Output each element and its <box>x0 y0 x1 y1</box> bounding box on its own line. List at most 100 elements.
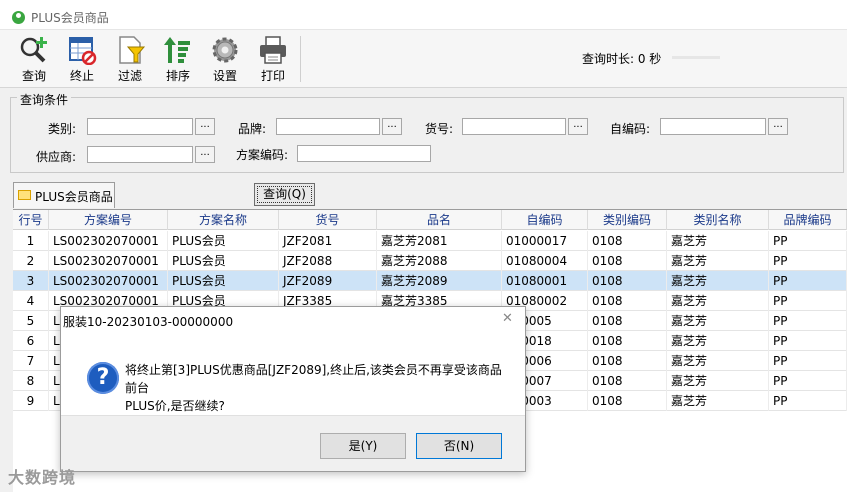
printer-icon <box>260 36 286 64</box>
column-header[interactable]: 品牌编码 <box>769 210 847 230</box>
column-header[interactable]: 品名 <box>377 210 502 230</box>
column-header[interactable]: 行号 <box>13 210 49 230</box>
table-cell: 1 <box>13 231 49 251</box>
table-cell: JZF2088 <box>279 251 377 271</box>
table-cell: 嘉芝芳 <box>667 251 769 271</box>
column-header[interactable]: 自编码 <box>502 210 588 230</box>
filter-icon <box>119 36 146 64</box>
column-header[interactable]: 类别名称 <box>667 210 769 230</box>
column-header[interactable]: 类别编码 <box>588 210 667 230</box>
yes-button[interactable]: 是(Y) <box>320 433 406 459</box>
sku-label: 货号: <box>425 122 454 136</box>
table-cell: 01000017 <box>502 231 588 251</box>
sku-input[interactable] <box>462 118 566 135</box>
sort-icon <box>164 37 190 63</box>
table-cell: 0108 <box>588 311 667 331</box>
table-cell: 嘉芝芳 <box>667 331 769 351</box>
table-cell: PP <box>769 311 847 331</box>
table-cell: 01080001 <box>502 271 588 291</box>
table-cell: 嘉芝芳2088 <box>377 251 502 271</box>
tab-label: PLUS会员商品 <box>35 190 113 204</box>
table-cell: 嘉芝芳 <box>667 291 769 311</box>
title-bar: PLUS会员商品 <box>0 0 847 30</box>
table-cell: 嘉芝芳 <box>667 231 769 251</box>
query-toolbar-button[interactable]: 查询 <box>12 33 56 87</box>
no-button[interactable]: 否(N) <box>416 433 502 459</box>
table-cell: 嘉芝芳 <box>667 371 769 391</box>
table-cell: 嘉芝芳 <box>667 391 769 411</box>
column-header[interactable]: 货号 <box>279 210 377 230</box>
table-stop-icon <box>69 37 97 65</box>
print-toolbar-button[interactable]: 打印 <box>251 33 295 87</box>
table-cell: 0108 <box>588 391 667 411</box>
tab-plus-member-goods[interactable]: PLUS会员商品 <box>13 182 115 208</box>
dialog-title: 服装10-20230103-00000000 <box>63 315 234 329</box>
selfcode-browse-button[interactable]: ... <box>768 118 788 135</box>
brand-label: 品牌: <box>238 122 267 136</box>
table-row[interactable]: 1 LS002302070001 PLUS会员 JZF2081 嘉芝芳2081 01000… <box>13 231 847 251</box>
category-browse-button[interactable]: ... <box>195 118 215 135</box>
table-cell: 嘉芝芳2089 <box>377 271 502 291</box>
plan-code-label: 方案编码: <box>236 148 289 162</box>
table-cell: 嘉芝芳 <box>667 311 769 331</box>
table-cell: 0108 <box>588 251 667 271</box>
table-cell: JZF2089 <box>279 271 377 291</box>
table-cell: PP <box>769 371 847 391</box>
selfcode-input[interactable] <box>660 118 766 135</box>
settings-toolbar-label: 设置 <box>212 69 237 83</box>
stop-toolbar-button[interactable]: 终止 <box>60 33 104 87</box>
folder-icon <box>18 190 31 200</box>
brand-browse-button[interactable]: ... <box>382 118 402 135</box>
toolbar-divider <box>300 36 301 82</box>
brand-input[interactable] <box>276 118 380 135</box>
table-cell: 3 <box>13 271 49 291</box>
search-add-icon <box>20 37 47 63</box>
filter-toolbar-label: 过滤 <box>117 69 142 83</box>
supplier-input[interactable] <box>87 146 193 163</box>
query-button[interactable]: 查询(Q) <box>254 183 315 206</box>
table-cell: 嘉芝芳 <box>667 271 769 291</box>
table-cell: PP <box>769 251 847 271</box>
selfcode-label: 自编码: <box>610 122 651 136</box>
table-cell: 0108 <box>588 351 667 371</box>
category-label: 类别: <box>48 122 77 136</box>
sort-toolbar-button[interactable]: 排序 <box>156 33 200 87</box>
question-icon: ? <box>87 362 119 394</box>
close-icon[interactable]: ✕ <box>502 311 513 326</box>
table-cell: PP <box>769 351 847 371</box>
table-cell: 0108 <box>588 371 667 391</box>
query-progress-bar <box>672 56 720 59</box>
table-cell: 9 <box>13 391 49 411</box>
settings-toolbar-button[interactable]: 设置 <box>203 33 247 87</box>
table-cell: PLUS会员 <box>168 271 279 291</box>
focus-outline <box>257 186 312 203</box>
column-header[interactable]: 方案名称 <box>168 210 279 230</box>
table-cell: 嘉芝芳 <box>667 351 769 371</box>
toolbar: 查询 终止 过滤 排序 设置 打印 查询时长: 0 秒 <box>0 30 847 88</box>
table-cell: 2 <box>13 251 49 271</box>
dialog-message: 将终止第[3]PLUS优惠商品[JZF2089],终止后,该类会员不再享受该商品… <box>125 361 505 415</box>
table-cell: 4 <box>13 291 49 311</box>
table-row[interactable]: 2 LS002302070001 PLUS会员 JZF2088 嘉芝芳2088 01080… <box>13 251 847 271</box>
table-row[interactable]: 3 LS002302070001 PLUS会员 JZF2089 嘉芝芳2089 01080… <box>13 271 847 291</box>
user-icon <box>12 11 25 24</box>
sort-toolbar-label: 排序 <box>165 69 190 83</box>
table-cell: 01080004 <box>502 251 588 271</box>
dialog-footer: 是(Y) 否(N) <box>61 415 525 471</box>
table-cell: 0108 <box>588 271 667 291</box>
table-cell: 0108 <box>588 231 667 251</box>
plan-code-input[interactable] <box>297 145 431 162</box>
filter-toolbar-button[interactable]: 过滤 <box>108 33 152 87</box>
main-window: PLUS会员商品 查询 终止 过滤 排序 设置 打印 查询时长: 0 秒 查询条… <box>0 0 847 492</box>
watermark-logo: 大数跨境 <box>8 468 77 487</box>
category-input[interactable] <box>87 118 193 135</box>
column-header[interactable]: 方案编号 <box>49 210 168 230</box>
table-cell: LS002302070001 <box>49 231 168 251</box>
sku-browse-button[interactable]: ... <box>568 118 588 135</box>
supplier-browse-button[interactable]: ... <box>195 146 215 163</box>
table-cell: PP <box>769 331 847 351</box>
supplier-label: 供应商: <box>36 150 77 164</box>
table-cell: 0108 <box>588 291 667 311</box>
grid-header: 行号 方案编号 方案名称 货号 品名 自编码 类别编码 类别名称 品牌编码 <box>13 210 847 230</box>
stop-toolbar-label: 终止 <box>69 69 94 83</box>
